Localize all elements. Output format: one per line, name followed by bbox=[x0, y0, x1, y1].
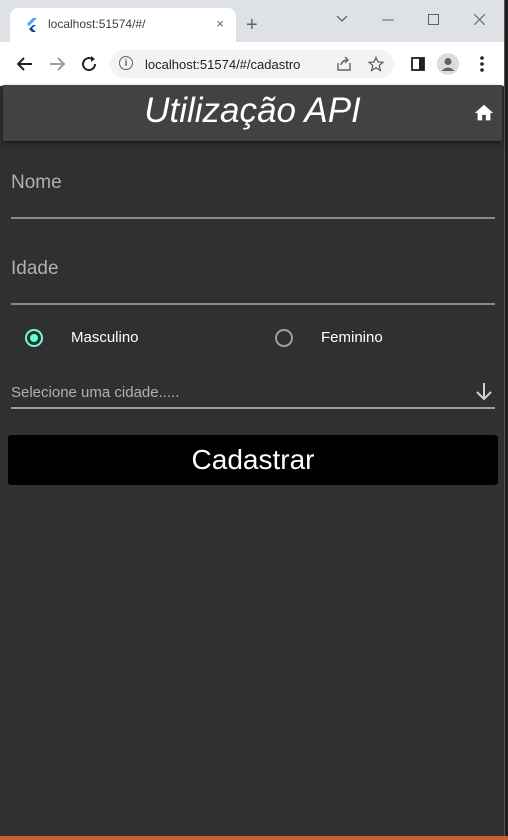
browser-toolbar: i localhost:51574/#/cadastro bbox=[0, 42, 504, 86]
share-icon[interactable] bbox=[336, 56, 352, 72]
minimize-icon[interactable] bbox=[382, 19, 394, 21]
address-bar[interactable]: i localhost:51574/#/cadastro bbox=[110, 50, 394, 78]
tab-search-icon[interactable] bbox=[336, 15, 348, 23]
bookmark-star-icon[interactable] bbox=[368, 56, 384, 72]
menu-dots-icon[interactable] bbox=[472, 54, 492, 74]
flutter-logo-icon bbox=[27, 18, 37, 32]
app-title: Utilização API bbox=[144, 91, 361, 130]
idade-field[interactable]: Idade bbox=[11, 251, 495, 305]
person-icon bbox=[441, 58, 455, 71]
new-tab-button[interactable]: + bbox=[246, 15, 258, 35]
gender-radio-group: Masculino Feminino bbox=[0, 325, 504, 351]
radio-feminino[interactable] bbox=[275, 329, 293, 347]
tab-title: localhost:51574/#/ bbox=[48, 17, 146, 31]
city-dropdown-hint: Selecione uma cidade..... bbox=[11, 384, 180, 401]
tab-close-button[interactable]: × bbox=[216, 16, 224, 31]
maximize-icon[interactable] bbox=[428, 14, 439, 25]
tab-strip: localhost:51574/#/ × + bbox=[0, 0, 504, 42]
profile-avatar[interactable] bbox=[437, 53, 459, 75]
forward-arrow-icon[interactable] bbox=[47, 54, 67, 74]
radio-masculino-label[interactable]: Masculino bbox=[71, 329, 139, 346]
nome-field[interactable]: Nome bbox=[11, 165, 495, 219]
browser-tab[interactable]: localhost:51574/#/ × bbox=[10, 8, 236, 42]
cadastrar-button[interactable]: Cadastrar bbox=[8, 435, 498, 485]
arrow-down-icon[interactable] bbox=[475, 382, 493, 402]
site-info-icon[interactable]: i bbox=[119, 56, 133, 70]
radio-masculino[interactable] bbox=[25, 329, 43, 347]
city-dropdown[interactable]: Selecione uma cidade..... bbox=[11, 377, 495, 409]
close-window-icon[interactable] bbox=[474, 14, 485, 25]
nome-label: Nome bbox=[11, 172, 62, 193]
reload-icon[interactable] bbox=[79, 54, 99, 74]
back-arrow-icon[interactable] bbox=[15, 54, 35, 74]
taskbar-edge bbox=[0, 836, 508, 840]
side-panel-icon[interactable] bbox=[408, 54, 428, 74]
home-icon[interactable] bbox=[473, 102, 495, 124]
browser-window: localhost:51574/#/ × + i localhost:51574… bbox=[0, 0, 505, 836]
url-text: localhost:51574/#/cadastro bbox=[145, 57, 301, 72]
radio-feminino-label[interactable]: Feminino bbox=[321, 329, 383, 346]
idade-label: Idade bbox=[11, 258, 59, 279]
app-bar: Utilização API bbox=[3, 85, 502, 141]
